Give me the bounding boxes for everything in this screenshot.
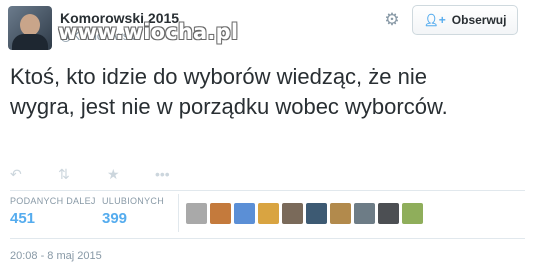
favoriter-avatar[interactable] (282, 203, 303, 224)
divider-top (10, 190, 525, 191)
reply-icon[interactable]: ↶ (10, 166, 22, 182)
follow-label: Obserwuj (451, 13, 507, 27)
favoriter-avatar[interactable] (306, 203, 327, 224)
favoriter-avatar[interactable] (234, 203, 255, 224)
watermark: www.wiocha.pl (58, 20, 239, 44)
favorites-count[interactable]: 399 (102, 210, 127, 227)
follow-button[interactable]: 👤︎+ Obserwuj (412, 5, 518, 35)
gear-icon[interactable]: ⚙ (383, 11, 401, 29)
favoriter-avatar[interactable] (330, 203, 351, 224)
retweets-label: PODANYCH DALEJ (10, 196, 96, 206)
avatar-face (20, 14, 40, 36)
favoriter-avatar[interactable] (354, 203, 375, 224)
add-user-icon: 👤︎+ (423, 13, 446, 27)
favorites-label: ULUBIONYCH (102, 196, 165, 206)
retweet-icon[interactable]: ⇅ (58, 166, 70, 182)
avatar[interactable] (8, 6, 52, 50)
favoriter-avatar[interactable] (258, 203, 279, 224)
timestamp[interactable]: 20:08 - 8 maj 2015 (10, 250, 102, 262)
divider-bottom (10, 238, 525, 239)
favoriters-list (186, 203, 423, 224)
more-icon[interactable]: ••• (155, 166, 170, 182)
favoriter-avatar[interactable] (210, 203, 231, 224)
favoriter-avatar[interactable] (402, 203, 423, 224)
tweet-text: Ktoś, kto idzie do wyborów wiedząc, że n… (10, 64, 448, 119)
favoriter-avatar[interactable] (186, 203, 207, 224)
favoriter-avatar[interactable] (378, 203, 399, 224)
favorite-icon[interactable]: ★ (107, 166, 120, 182)
tweet-card: Komorowski 2015 @Komorowski www.wiocha.p… (0, 0, 535, 265)
stats-separator (178, 194, 179, 232)
retweets-count[interactable]: 451 (10, 210, 35, 227)
avatar-suit (12, 34, 48, 50)
